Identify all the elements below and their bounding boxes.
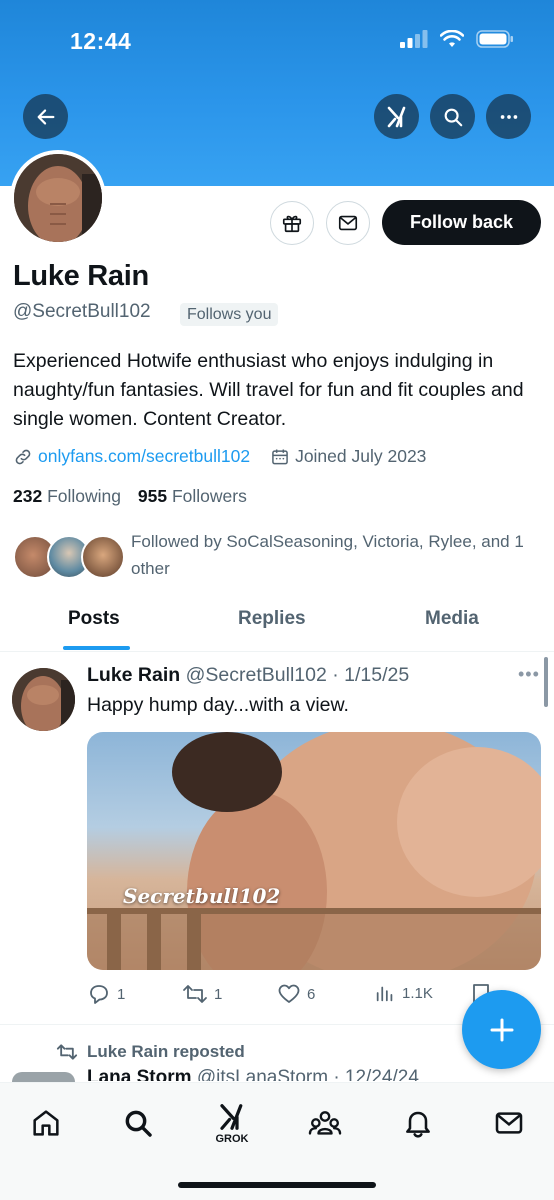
- nav-home[interactable]: [22, 1099, 70, 1147]
- post-more-button[interactable]: •••: [518, 664, 540, 685]
- heart-icon: [278, 984, 300, 1003]
- following-link[interactable]: 232 Following: [13, 486, 121, 506]
- nav-grok[interactable]: GROK: [208, 1099, 256, 1147]
- tab-media[interactable]: Media: [425, 608, 479, 630]
- repost-icon: [56, 1044, 78, 1060]
- next-post-header: Lana Storm @itsLanaStorm · 12/24/24: [87, 1067, 419, 1081]
- repost-count: 1: [214, 985, 223, 1003]
- post-avatar[interactable]: [12, 668, 75, 731]
- views-count: 1.1K: [402, 984, 433, 1002]
- joined-date: Joined July 2023: [295, 446, 427, 466]
- next-post-author[interactable]: Lana Storm: [87, 1067, 192, 1081]
- follower-avatar: [81, 535, 125, 579]
- post-handle-date: @SecretBull102 · 1/15/25: [185, 664, 410, 686]
- profile-name: Luke Rain: [13, 260, 149, 292]
- arrow-left-icon: [37, 108, 54, 125]
- message-button[interactable]: [326, 201, 370, 245]
- profile-bio: Experienced Hotwife enthusiast who enjoy…: [13, 350, 524, 430]
- reply-button[interactable]: 1: [87, 982, 125, 1006]
- grok-icon: [220, 1103, 243, 1130]
- tab-replies[interactable]: Replies: [238, 608, 306, 630]
- profile-avatar[interactable]: [10, 150, 106, 246]
- nav-search[interactable]: [114, 1099, 162, 1147]
- grok-button[interactable]: [374, 94, 419, 139]
- link-icon: [15, 449, 31, 464]
- next-post-avatar[interactable]: [12, 1072, 75, 1082]
- views-chart-icon: [376, 986, 393, 1002]
- battery-icon: [476, 30, 513, 48]
- nav-messages[interactable]: [485, 1099, 533, 1147]
- repost-indicator: Luke Rain reposted: [56, 1042, 245, 1062]
- followed-by-avatars[interactable]: [13, 535, 125, 581]
- grok-label: GROK: [215, 1132, 249, 1145]
- search-icon: [444, 108, 462, 126]
- views-button[interactable]: 1.1K: [374, 982, 433, 1004]
- followers-link[interactable]: 955 Followers: [138, 486, 247, 506]
- back-button[interactable]: [23, 94, 68, 139]
- home-icon: [33, 1110, 59, 1136]
- post-text: Happy hump day...with a view.: [87, 694, 349, 716]
- post-header: Luke Rain @SecretBull102 · 1/15/25: [87, 664, 409, 687]
- followed-by-text[interactable]: Followed by SoCalSeasoning, Victoria, Ry…: [131, 528, 541, 582]
- gift-icon: [282, 215, 302, 233]
- signal-icon: [400, 30, 428, 48]
- reply-icon: [90, 985, 108, 1004]
- search-button[interactable]: [430, 94, 475, 139]
- envelope-icon: [338, 215, 358, 231]
- avatar-image: [12, 668, 75, 731]
- scrollbar[interactable]: [544, 657, 548, 707]
- media-watermark: Secretbull102: [123, 884, 281, 908]
- profile-link[interactable]: onlyfans.com/secretbull102: [38, 446, 250, 467]
- nav-communities[interactable]: [301, 1099, 349, 1147]
- like-button[interactable]: 6: [277, 982, 315, 1006]
- profile-tabs: Posts Replies Media: [0, 598, 554, 652]
- following-label: Following: [47, 486, 122, 506]
- bell-icon: [406, 1111, 430, 1138]
- reply-count: 1: [117, 985, 126, 1003]
- status-icons: [400, 30, 514, 48]
- like-count: 6: [307, 985, 316, 1003]
- post-actions: 1 1 6 1.1K: [87, 982, 507, 1008]
- follow-counts: 232 Following 955 Followers: [13, 486, 247, 507]
- compose-post-button[interactable]: [462, 990, 541, 1069]
- profile-meta: onlyfans.com/secretbull102 Joined July 2…: [13, 446, 426, 467]
- followers-count: 955: [137, 486, 168, 506]
- plus-icon: [490, 1018, 513, 1041]
- following-count: 232: [13, 486, 43, 506]
- subscribe-gift-button[interactable]: [270, 201, 314, 245]
- more-button[interactable]: [486, 94, 531, 139]
- repost-button[interactable]: 1: [182, 982, 222, 1006]
- grok-icon: [387, 106, 405, 127]
- follows-you-badge: Follows you: [180, 303, 279, 326]
- avatar-image: [14, 154, 102, 242]
- wifi-icon: [440, 30, 464, 47]
- media-image: [87, 732, 541, 970]
- search-icon: [125, 1110, 152, 1137]
- repost-label: Luke Rain reposted: [87, 1042, 245, 1061]
- status-time: 12:44: [70, 28, 132, 54]
- home-indicator[interactable]: [178, 1182, 376, 1188]
- communities-icon: [308, 1111, 342, 1135]
- profile-handle: @SecretBull102: [13, 301, 151, 322]
- repost-icon: [183, 985, 207, 1003]
- envelope-icon: [495, 1112, 523, 1134]
- followers-label: Followers: [171, 486, 247, 506]
- post-media[interactable]: Secretbull102: [87, 732, 541, 970]
- post-author[interactable]: Luke Rain: [87, 664, 180, 686]
- follow-back-button[interactable]: Follow back: [382, 200, 541, 245]
- more-dots-icon: [500, 114, 517, 119]
- next-post-handle-date: @itsLanaStorm · 12/24/24: [196, 1067, 419, 1081]
- active-tab-indicator: [63, 646, 130, 650]
- tab-posts[interactable]: Posts: [68, 608, 120, 630]
- calendar-icon: [272, 449, 288, 464]
- nav-notifications[interactable]: [394, 1099, 442, 1147]
